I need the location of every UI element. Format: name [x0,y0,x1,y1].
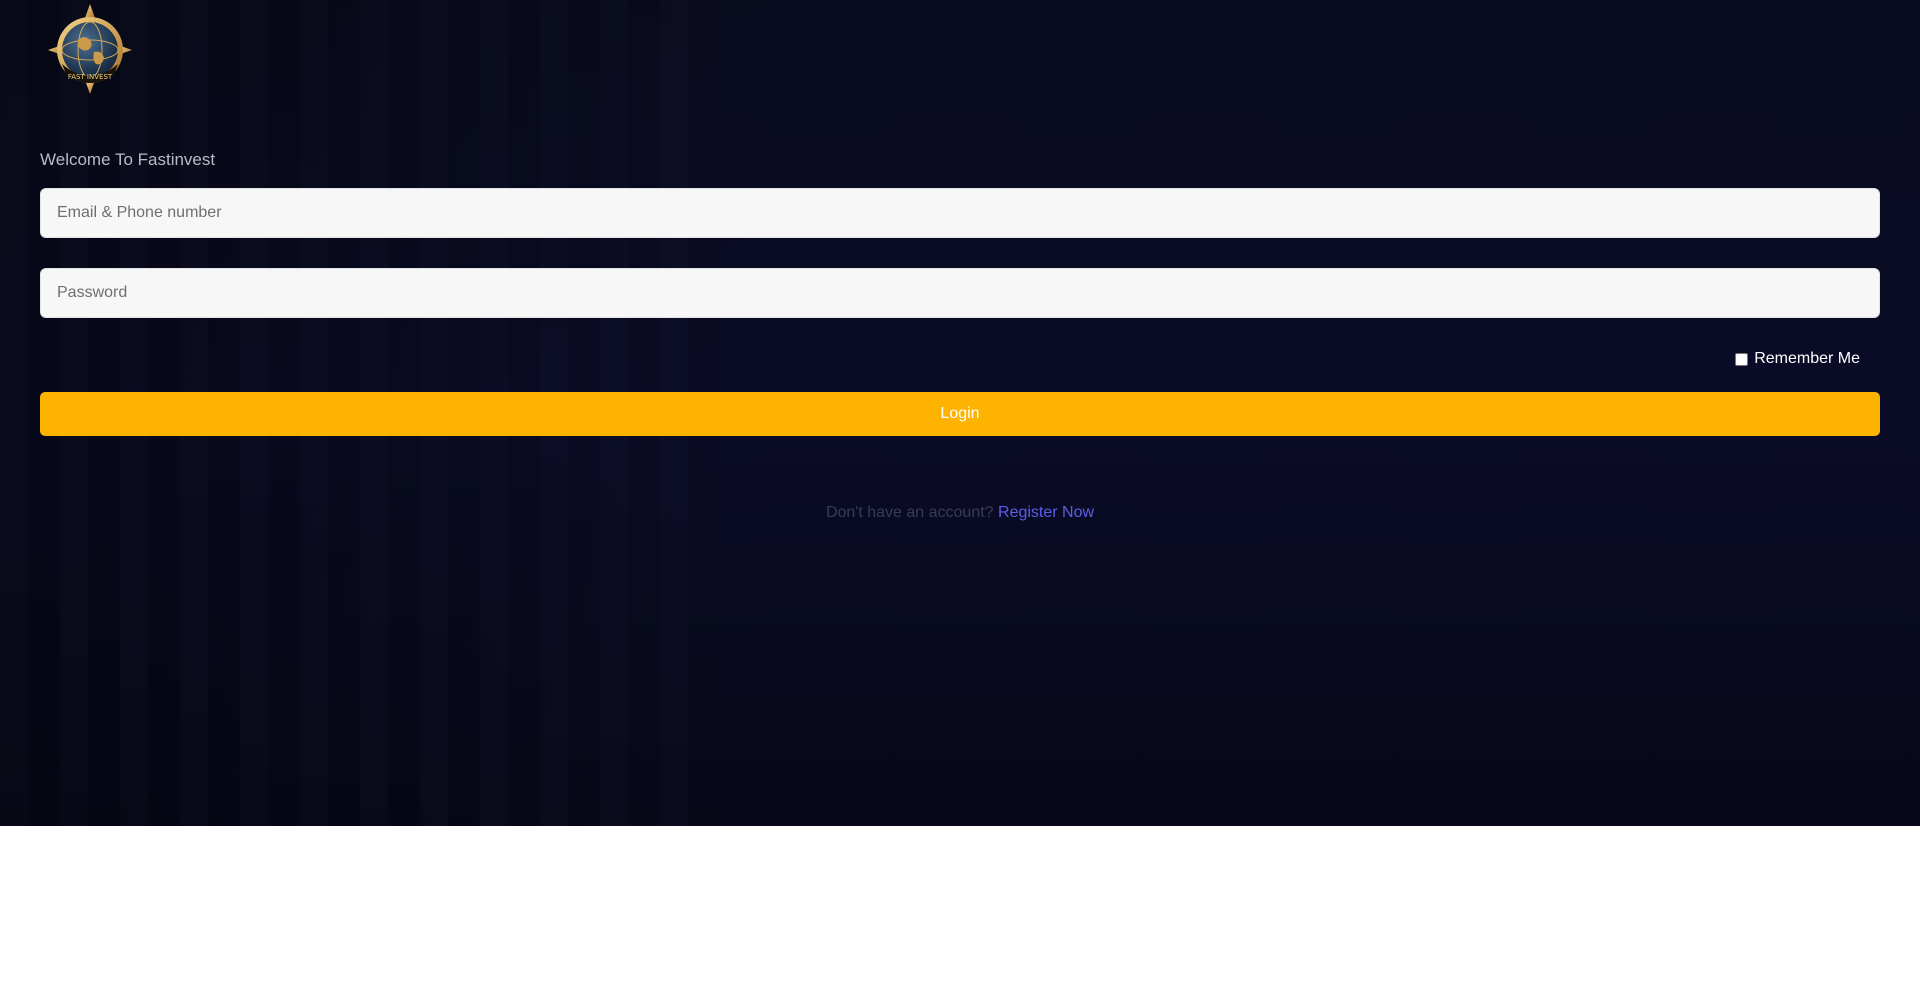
login-button[interactable]: Login [40,392,1880,436]
remember-me-option[interactable]: Remember Me [1735,350,1860,368]
welcome-heading: Welcome To Fastinvest [40,150,216,169]
register-prompt: Don't have an account? Register Now [0,504,1920,522]
password-input[interactable] [40,268,1880,318]
no-account-text: Don't have an account? [825,504,994,521]
register-now-link[interactable]: Register Now [998,504,1094,521]
globe-compass-emblem-icon: FAST INVEST [48,4,132,94]
remember-me-label: Remember Me [1754,350,1860,367]
email-phone-input[interactable] [40,188,1880,238]
login-hero: FAST INVEST Welcome To Fastinvest Rememb… [0,0,1920,826]
fastinvest-logo[interactable]: FAST INVEST [48,4,132,94]
remember-me-checkbox[interactable] [1735,352,1749,366]
svg-text:FAST INVEST: FAST INVEST [68,73,113,81]
